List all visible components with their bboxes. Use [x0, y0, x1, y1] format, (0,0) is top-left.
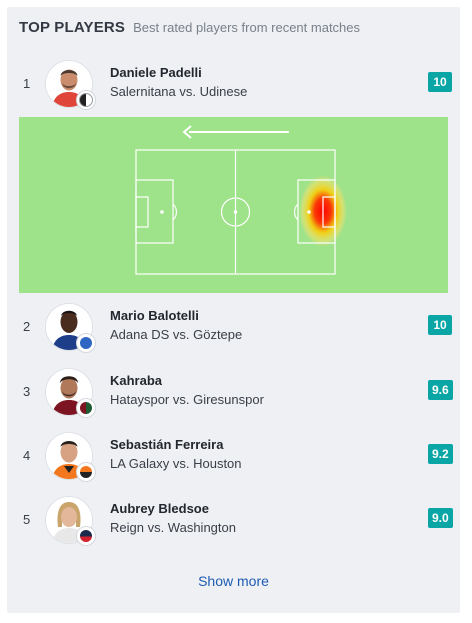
card-subtitle: Best rated players from recent matches [133, 20, 361, 35]
player-rank: 4 [23, 448, 31, 463]
team-badge-fill [80, 530, 92, 542]
player-rating-badge: 9.6 [428, 380, 453, 400]
player-rating-badge: 9.0 [428, 508, 453, 528]
player-row-2[interactable]: 2 Mario Balotelli Adana DS vs. Göztepe 1… [7, 297, 460, 357]
team-badge-fill [80, 337, 92, 349]
team-badge-icon [76, 462, 96, 482]
player-name: Aubrey Bledsoe [110, 501, 209, 516]
card-header: TOP PLAYERS Best rated players from rece… [19, 19, 360, 36]
arrow-left-icon [182, 125, 289, 139]
player-match: Adana DS vs. Göztepe [110, 327, 243, 342]
player-rank: 2 [23, 319, 31, 334]
player-match: Hatayspor vs. Giresunspor [110, 392, 264, 407]
player-heatmap [19, 117, 448, 293]
player-avatar [45, 303, 96, 353]
team-badge-icon [76, 90, 96, 110]
player-name: Sebastián Ferreira [110, 437, 224, 452]
player-avatar [45, 496, 96, 546]
player-rating-badge: 10 [428, 72, 452, 92]
player-row-1[interactable]: 1 Daniele Padelli Salernitana vs. Udines… [7, 54, 460, 114]
team-badge-icon [76, 398, 96, 418]
team-badge-icon [76, 333, 96, 353]
team-badge-fill [79, 93, 93, 107]
player-rating-badge: 9.2 [428, 444, 453, 464]
show-more-link[interactable]: Show more [7, 573, 460, 589]
player-match: Salernitana vs. Udinese [110, 84, 248, 99]
player-name: Daniele Padelli [110, 65, 202, 80]
player-avatar [45, 368, 96, 418]
player-rank: 3 [23, 384, 31, 399]
player-avatar [45, 60, 96, 110]
player-rank: 1 [23, 76, 31, 91]
card-title: TOP PLAYERS [19, 19, 126, 36]
player-row-3[interactable]: 3 Kahraba Hatayspor vs. Giresunspor 9.6 [7, 362, 460, 422]
player-row-5[interactable]: 5 Aubrey Bledsoe Reign vs. Washington 9.… [7, 490, 460, 550]
team-badge-fill [80, 402, 92, 414]
top-players-card: TOP PLAYERS Best rated players from rece… [7, 7, 460, 613]
player-name: Mario Balotelli [110, 308, 199, 323]
player-rank: 5 [23, 512, 31, 527]
player-name: Kahraba [110, 373, 163, 388]
team-badge-icon [76, 526, 96, 546]
player-avatar [45, 432, 96, 482]
player-row-4[interactable]: 4 Sebastián Ferreira LA Galaxy vs. Houst… [7, 426, 460, 486]
team-badge-fill [80, 466, 92, 478]
player-rating-badge: 10 [428, 315, 452, 335]
player-match: LA Galaxy vs. Houston [110, 456, 242, 471]
player-match: Reign vs. Washington [110, 520, 236, 535]
